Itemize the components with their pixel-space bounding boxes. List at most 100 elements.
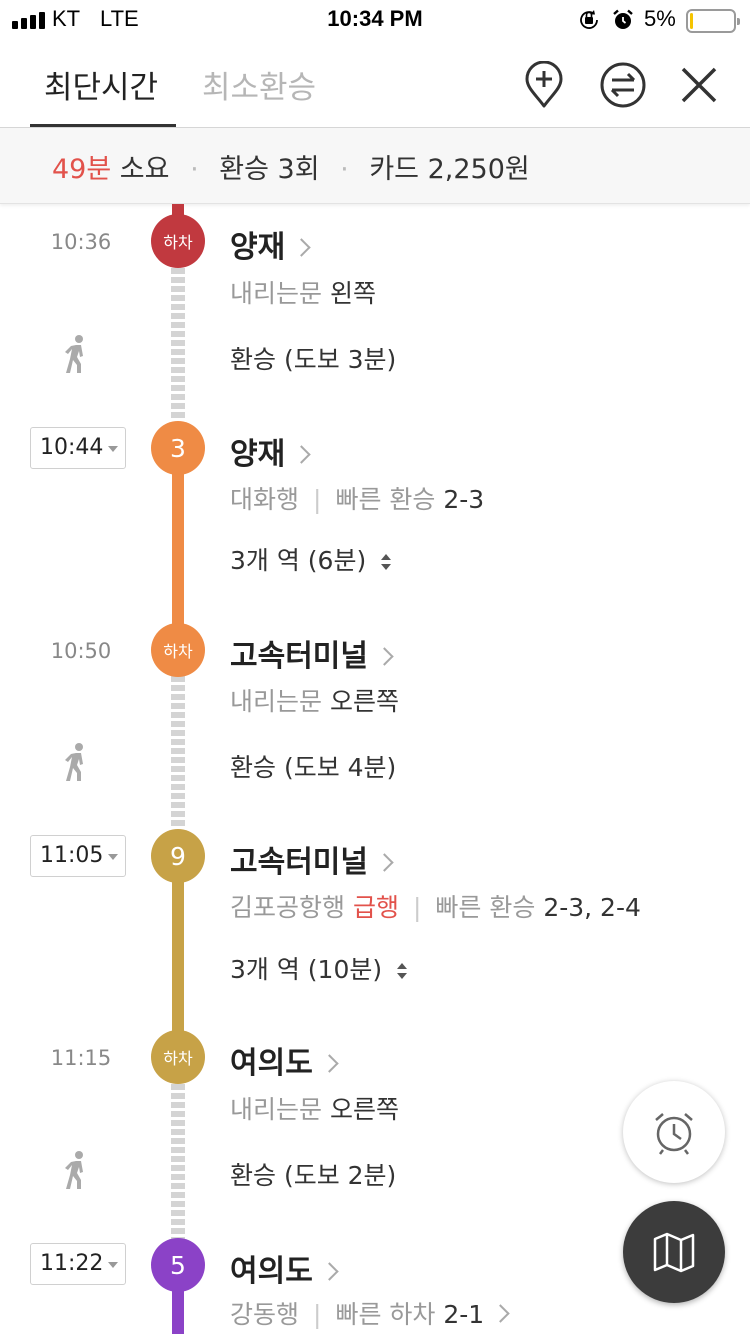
battery-icon [686,9,740,33]
separator-dot: · [340,154,349,185]
transfer-walk-text: 환승 (도보 4분) [230,753,397,782]
tab-fastest[interactable]: 최단시간 [44,62,158,107]
tab-fewest-transfers[interactable]: 최소환승 [202,62,316,107]
alight-badge: 하차 [151,1030,205,1084]
fast-exit-door: 2-1 [443,1300,485,1329]
chevron-right-icon [491,1304,510,1323]
map-view-button[interactable] [623,1201,725,1303]
chevron-right-icon [375,853,394,872]
route-summary: 49분 소요 · 환승 3회 · 카드 2,250원 [0,128,750,204]
station-name: 양재 [230,230,286,265]
fast-exit-label: 빠른 하차 [335,1300,436,1329]
station-name-link[interactable]: 양재 [230,222,311,266]
chevron-right-icon [320,1054,339,1073]
active-tab-indicator [30,124,176,127]
swap-route-button[interactable] [596,58,650,112]
express-label: 급행 [352,893,399,922]
door-label: 내리는문 [230,279,323,308]
line-segment-3 [172,472,184,628]
fare: 카드 2,250원 [369,154,530,185]
station-name-link[interactable]: 여의도 [230,1246,339,1290]
alarm-clock-icon [655,1113,693,1155]
walking-person-icon [65,1151,83,1189]
alight-badge: 하차 [151,623,205,677]
orientation-lock-icon [580,10,598,29]
fast-transfer-door: 2-3 [443,485,485,514]
direction: 대화행 [230,485,300,514]
divider: | [313,1300,322,1329]
walk-segment [171,1084,185,1240]
stops-toggle[interactable]: 3개 역 (6분) [230,541,392,577]
total-duration: 49분 [52,154,112,185]
door-side: 오른쪽 [329,1095,399,1124]
station-name-link[interactable]: 고속터미널 [230,631,394,675]
departure-time: 11:22 [40,1251,104,1276]
fast-transfer-label: 빠른 환승 [435,893,536,922]
add-waypoint-button[interactable] [517,58,571,112]
walk-segment [171,676,185,826]
stops-count: 3개 역 (6분) [230,546,367,575]
line-segment-5 [172,1290,184,1334]
add-waypoint-icon [525,61,563,108]
close-button[interactable] [672,58,726,112]
caret-down-icon [108,446,118,452]
door-side: 오른쪽 [329,687,399,716]
departure-time-select[interactable]: 11:05 [30,835,126,877]
line-segment-9 [172,880,184,1032]
chevron-right-icon [292,238,311,257]
direction: 김포공항행 [230,893,346,922]
line-3-badge: 3 [151,421,205,475]
exit-door-info: 내리는문 왼쪽 [230,274,376,310]
divider: | [313,485,322,514]
door-side: 왼쪽 [329,279,376,308]
arrival-time: 11:15 [50,1046,112,1070]
map-icon [653,1232,695,1273]
station-name: 여의도 [230,1254,313,1289]
route-header: 최단시간 최소환승 [0,40,750,128]
close-icon [681,67,717,103]
alarm-button[interactable] [623,1081,725,1183]
caret-down-icon [108,1262,118,1268]
station-name-link[interactable]: 여의도 [230,1038,339,1082]
station-name: 여의도 [230,1046,313,1081]
transfer-walk-text: 환승 (도보 3분) [230,345,397,374]
departure-time-select[interactable]: 11:22 [30,1243,126,1285]
arrival-time: 10:50 [50,639,112,663]
line-5-badge: 5 [151,1238,205,1292]
divider: | [412,893,422,922]
separator-dot: · [190,154,199,185]
transfer-count: 환승 3회 [219,154,320,185]
exit-door-info: 내리는문 오른쪽 [230,682,399,718]
expand-collapse-icon [396,963,408,979]
swap-icon [600,62,646,108]
arrival-time: 10:36 [50,230,112,254]
clock: 10:34 PM [327,6,423,31]
chevron-right-icon [320,1262,339,1281]
transfer-walk-text: 환승 (도보 2분) [230,1161,397,1190]
chevron-right-icon [292,445,311,464]
departure-time-select[interactable]: 10:44 [30,427,126,469]
alarm-icon [613,9,633,29]
exit-door-info: 내리는문 오른쪽 [230,1090,399,1126]
expand-collapse-icon [380,554,392,570]
fast-transfer-label: 빠른 환승 [335,485,436,514]
departure-time: 11:05 [40,843,104,868]
station-name-link[interactable]: 양재 [230,429,311,473]
direction-info[interactable]: 강동행 | 빠른 하차 2-1 [230,1295,510,1331]
door-label: 내리는문 [230,1095,323,1124]
battery-percent: 5% [644,6,676,31]
direction-info: 김포공항행 급행 | 빠른 환승 2-3, 2-4 [230,888,641,924]
chevron-right-icon [375,647,394,666]
door-label: 내리는문 [230,687,323,716]
stops-count: 3개 역 (10분) [230,955,383,984]
station-name: 고속터미널 [230,639,368,674]
stops-toggle[interactable]: 3개 역 (10분) [230,950,408,986]
walk-segment [171,268,185,420]
station-name-link[interactable]: 고속터미널 [230,837,394,881]
walking-person-icon [65,743,83,781]
station-name: 양재 [230,437,286,472]
station-name: 고속터미널 [230,845,368,880]
walking-person-icon [65,335,83,373]
duration-suffix: 소요 [119,154,170,185]
departure-time: 10:44 [40,435,104,460]
